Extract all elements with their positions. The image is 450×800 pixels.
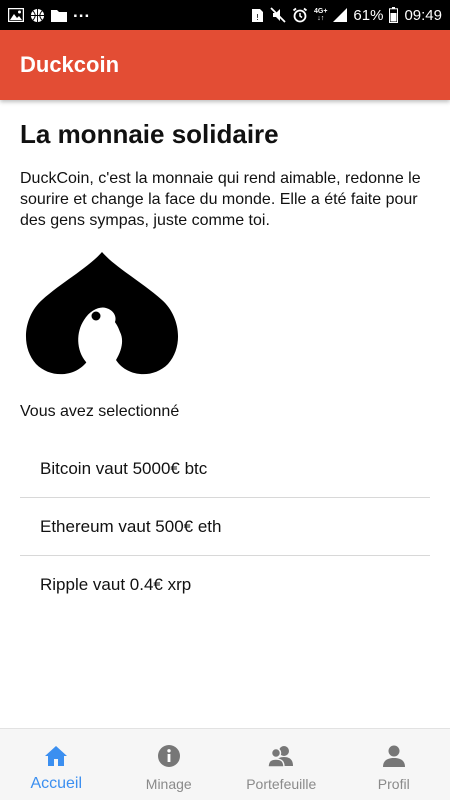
nav-item-profil[interactable]: Profil	[338, 729, 450, 800]
selected-label: Vous avez selectionné	[20, 403, 180, 420]
battery-percent: 61%	[353, 6, 384, 24]
bottom-nav: Accueil Minage Portefeuille Profil	[0, 728, 450, 800]
nav-label-profil: Profil	[377, 776, 410, 792]
currency-item-ethereum[interactable]: Ethereum vaut 500€ eth	[20, 498, 430, 556]
page-title: La monnaie solidaire	[20, 119, 279, 149]
app-bar: Duckcoin	[0, 30, 450, 100]
app-title: Duckcoin	[20, 52, 120, 77]
currency-item-ripple[interactable]: Ripple vaut 0.4€ xrp	[20, 556, 430, 614]
intro-text: DuckCoin, c'est la monnaie qui rend aima…	[20, 170, 421, 229]
signal-icon	[333, 8, 348, 22]
people-icon	[267, 742, 295, 770]
status-bar: ... ! 4G+ ↓↑ 61% 09:49	[0, 0, 450, 30]
folder-icon	[51, 9, 67, 22]
alarm-icon	[292, 7, 308, 23]
home-icon	[42, 742, 70, 770]
person-icon	[380, 742, 408, 770]
network-label: 4G+ ↓↑	[313, 8, 328, 22]
status-right: ! 4G+ ↓↑ 61% 09:49	[251, 7, 442, 24]
nav-item-accueil[interactable]: Accueil	[0, 729, 113, 800]
network-type: 4G+	[313, 8, 328, 15]
info-icon	[155, 742, 183, 770]
svg-text:!: !	[256, 13, 259, 22]
duck-heart-logo	[22, 250, 182, 380]
currency-list: Bitcoin vaut 5000€ btc Ethereum vaut 500…	[20, 440, 430, 614]
sim-icon: !	[251, 8, 264, 23]
image-icon	[8, 8, 24, 22]
status-time: 09:49	[404, 6, 442, 24]
status-left: ...	[8, 2, 90, 23]
nav-label-portefeuille: Portefeuille	[246, 776, 317, 792]
battery-icon	[389, 7, 399, 23]
currency-item-bitcoin[interactable]: Bitcoin vaut 5000€ btc	[20, 440, 430, 498]
nav-label-minage: Minage	[145, 776, 192, 792]
nav-item-portefeuille[interactable]: Portefeuille	[225, 729, 338, 800]
nav-label-accueil: Accueil	[30, 775, 83, 792]
mute-icon	[270, 7, 286, 23]
basketball-icon	[30, 8, 45, 23]
nav-item-minage[interactable]: Minage	[113, 729, 226, 800]
status-overflow: ...	[73, 2, 91, 21]
